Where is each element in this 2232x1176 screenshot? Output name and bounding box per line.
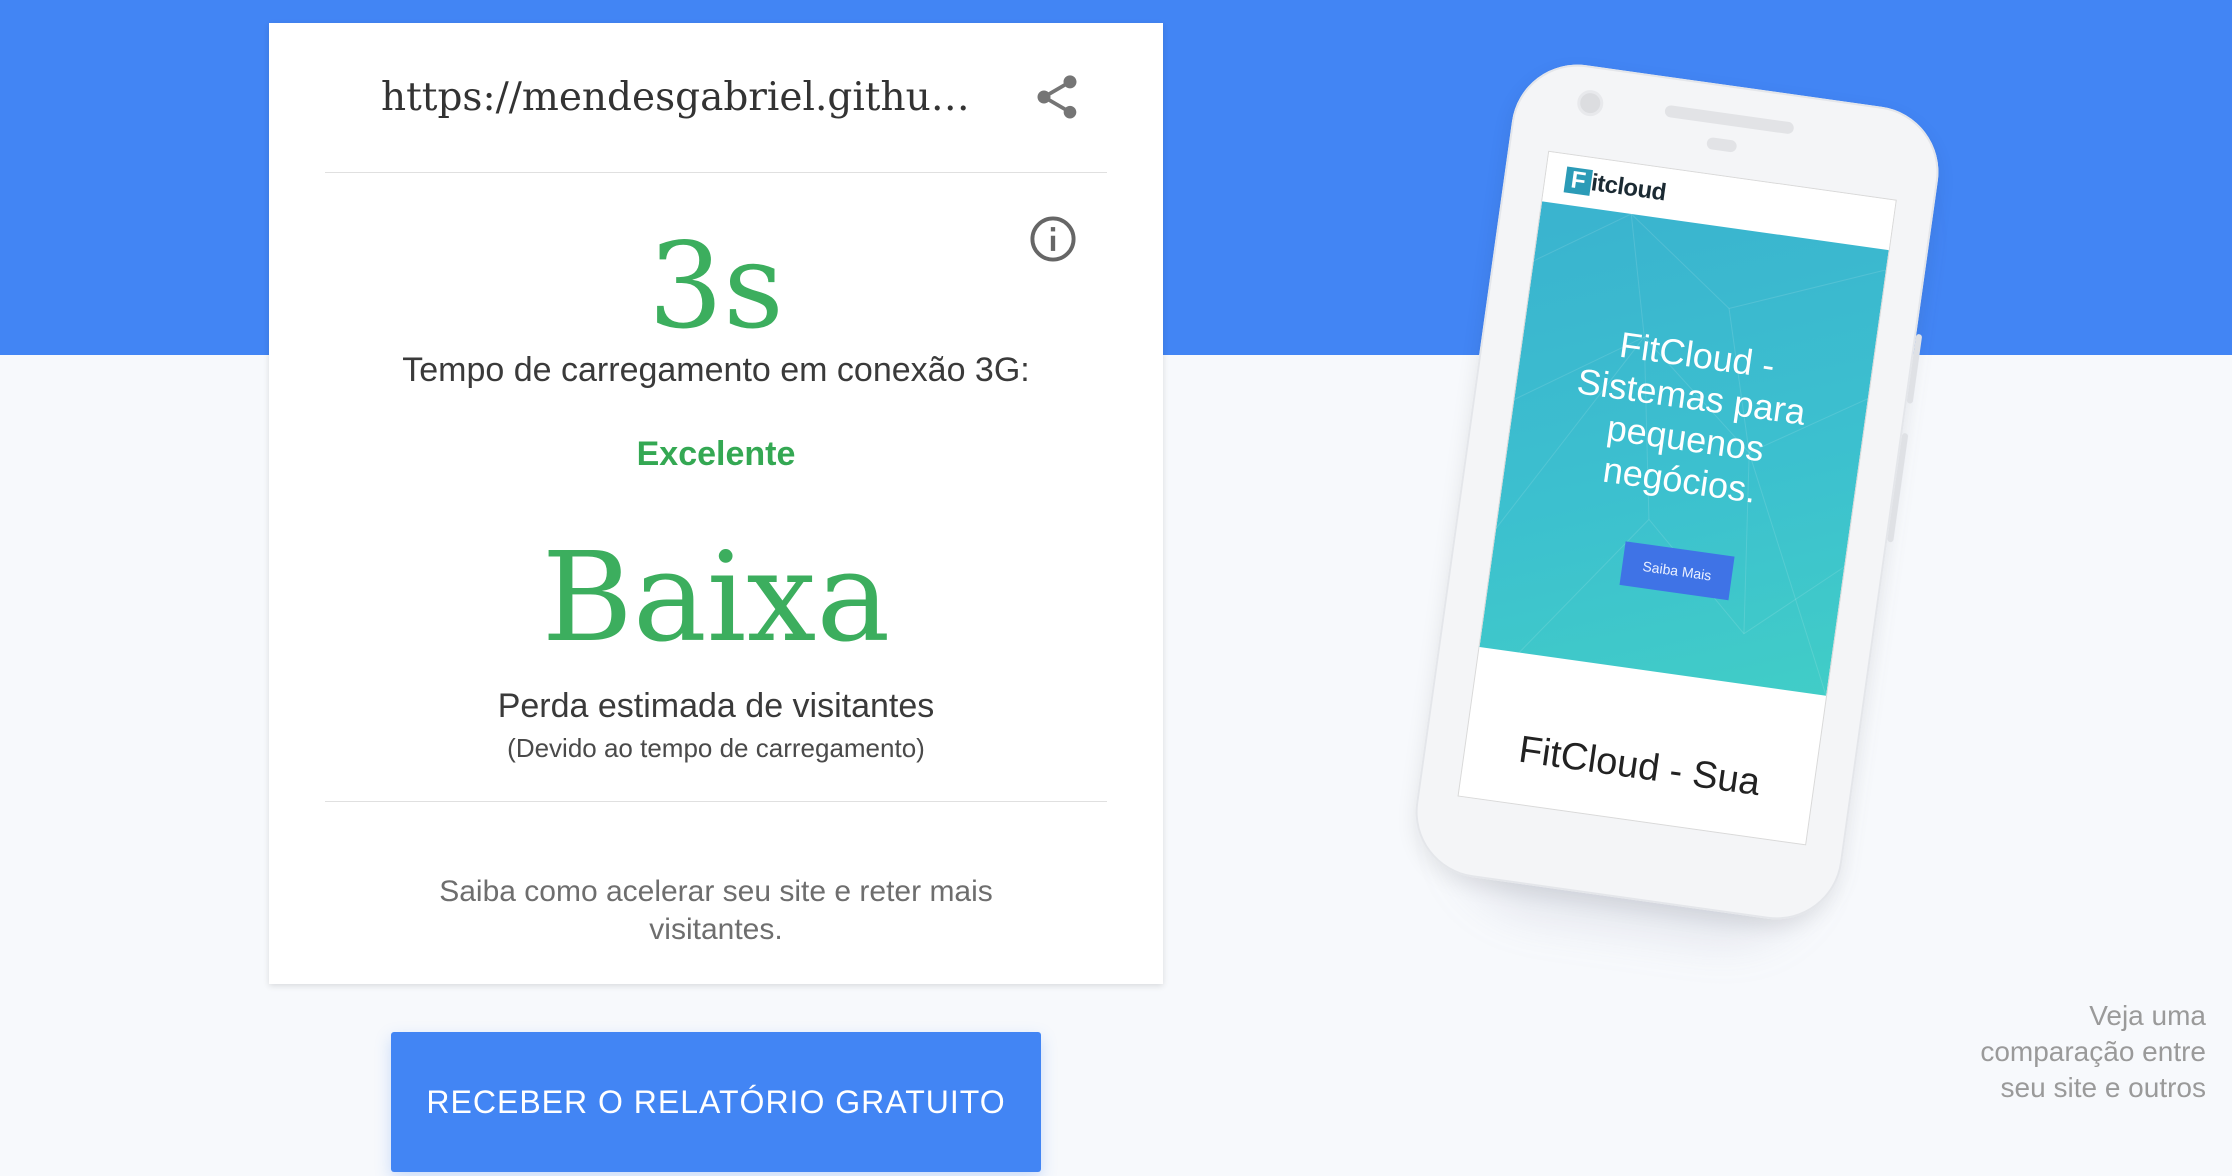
visitor-loss-note: (Devido ao tempo de carregamento) — [507, 733, 925, 763]
site-logo-mark: F — [1563, 166, 1593, 196]
site-logo-text: itcloud — [1589, 169, 1668, 207]
site-section-title: FitCloud - Sua — [1516, 728, 1763, 805]
phone-speaker — [1664, 104, 1795, 135]
divider — [325, 801, 1107, 802]
rating-label: Excelente — [636, 435, 796, 473]
compare-sites-link[interactable]: Veja uma comparação entre seu site e out… — [1980, 998, 2206, 1106]
phone-side-button — [1906, 333, 1923, 404]
learn-more-link[interactable]: Saiba como acelerar seu site e reter mai… — [439, 873, 993, 949]
url-row: https://mendesgabriel.githu… — [269, 23, 1163, 173]
load-time-value: 3s — [648, 217, 784, 355]
divider — [325, 172, 1107, 173]
visitor-loss-label: Perda estimada de visitantes — [497, 687, 935, 725]
visitor-loss-value: Baixa — [541, 526, 891, 670]
site-preview-screen: F itcloud FitCloud - Sistemas para peque… — [1457, 150, 1897, 846]
tested-url: https://mendesgabriel.githu… — [381, 75, 970, 120]
speed-result-card: https://mendesgabriel.githu… 3s Tempo de… — [269, 23, 1163, 984]
load-time-caption: Tempo de carregamento em conexão 3G: — [402, 351, 1030, 389]
phone-side-button — [1887, 432, 1909, 543]
site-hero: FitCloud - Sistemas para pequenos negóci… — [1479, 201, 1889, 696]
phone-camera — [1575, 88, 1605, 118]
get-free-report-button[interactable]: RECEBER O RELATÓRIO GRATUITO — [391, 1032, 1041, 1172]
phone-sensor — [1706, 136, 1738, 153]
share-icon[interactable] — [1031, 71, 1083, 123]
